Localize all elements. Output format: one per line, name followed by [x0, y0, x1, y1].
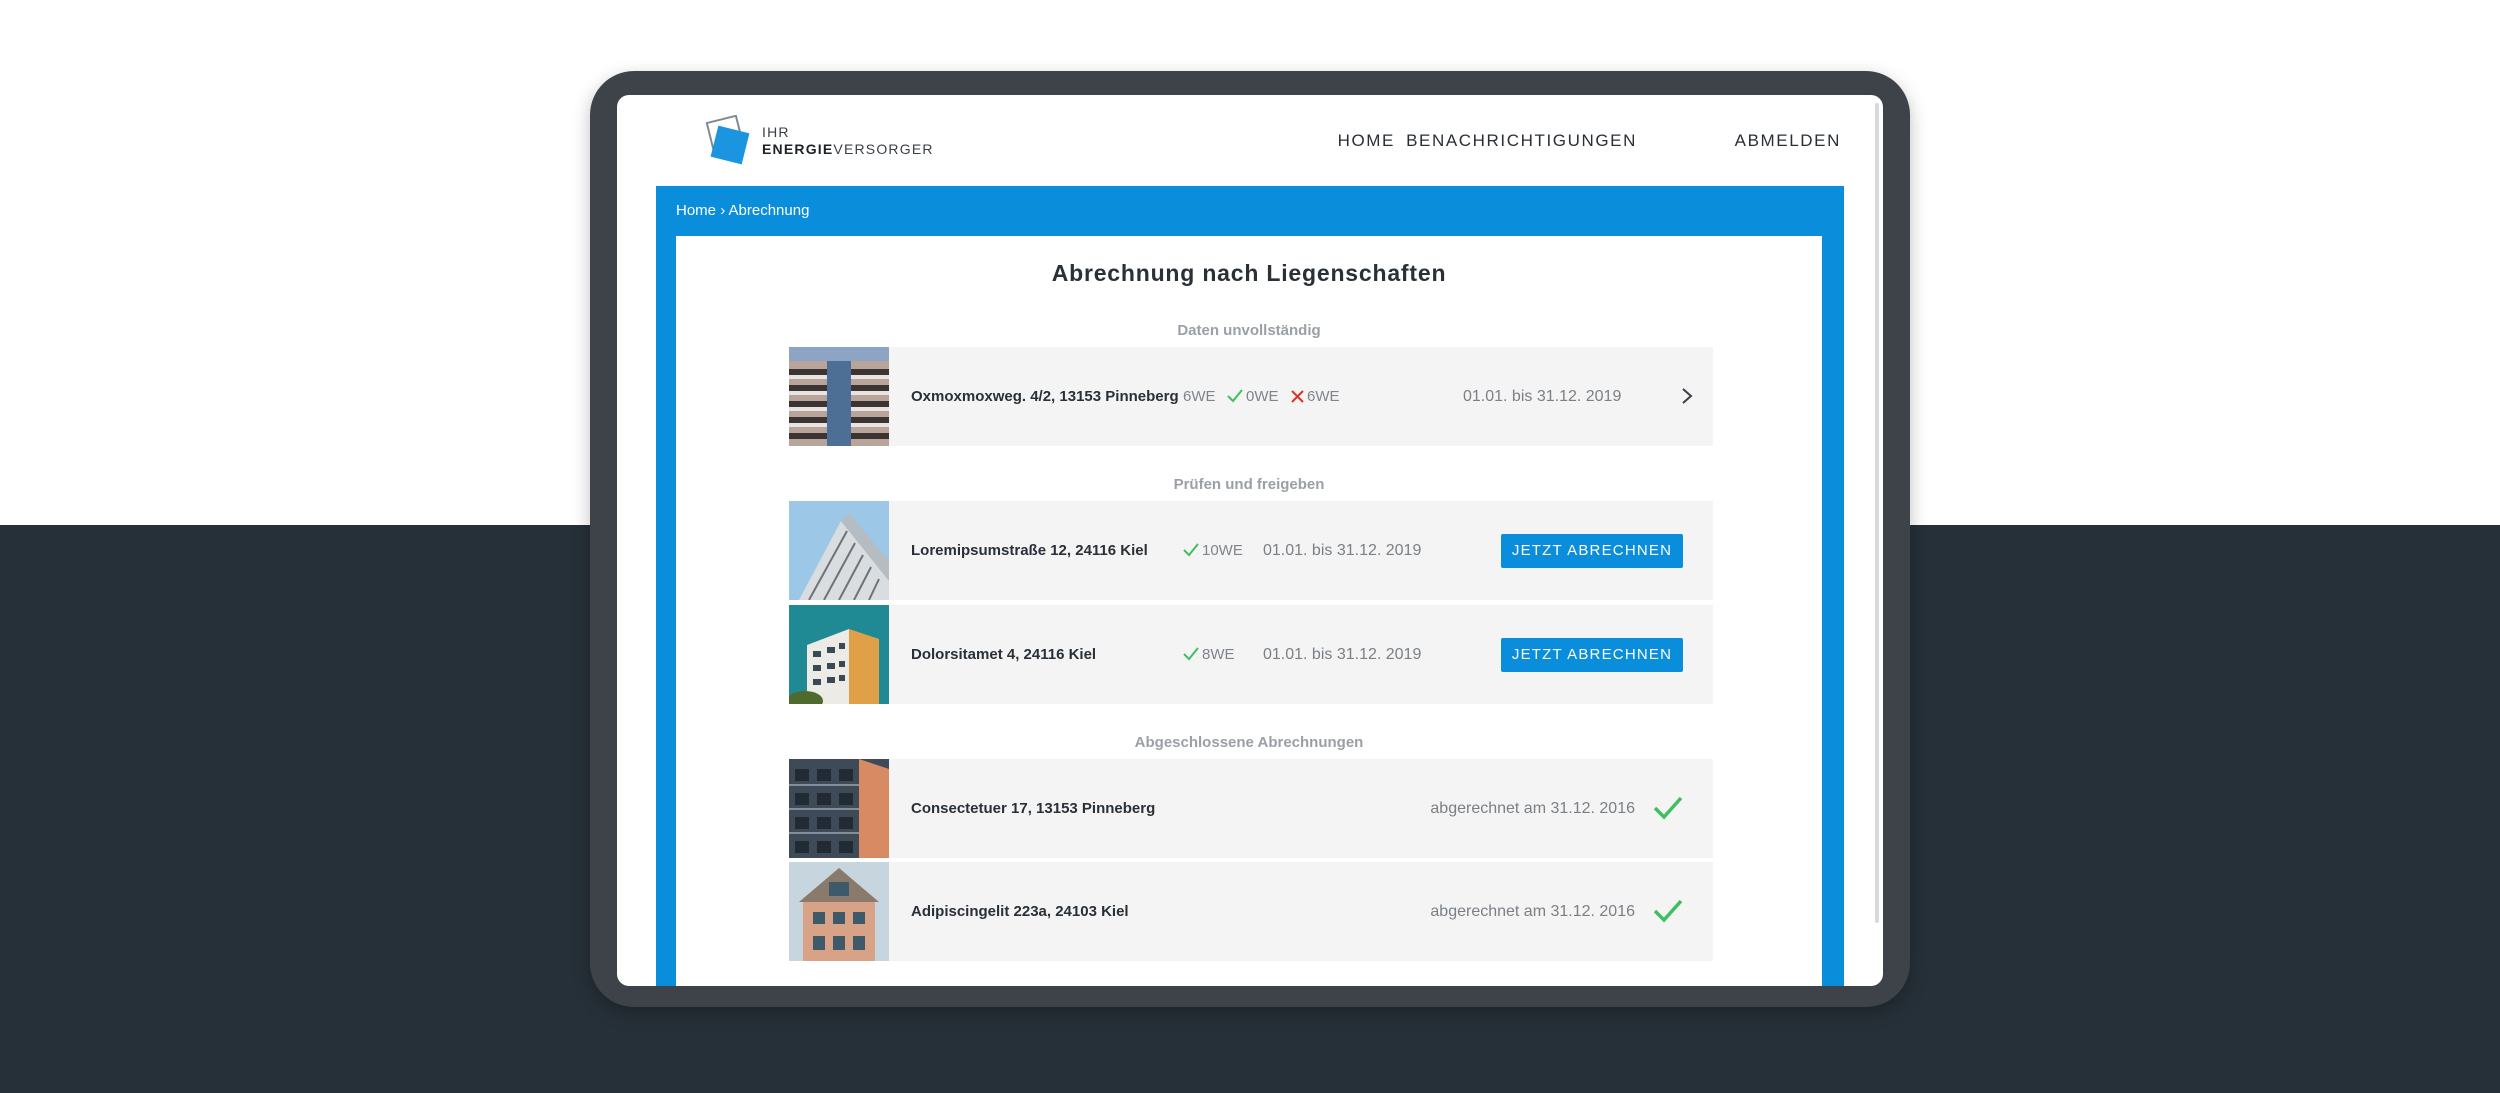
logo-icon — [705, 115, 750, 165]
property-address: Adipiscingelit 223a, 24103 Kiel — [911, 903, 1129, 920]
logo-line1: IHR — [762, 124, 790, 140]
main-panel: Abrechnung nach Liegenschaften Daten unv… — [676, 236, 1822, 986]
check-icon — [1183, 543, 1199, 557]
units-ok-value: 10WE — [1202, 542, 1243, 559]
property-address: Loremipsumstraße 12, 24116 Kiel — [911, 542, 1148, 559]
billed-date: abgerechnet am 31.12. 2016 — [1430, 903, 1635, 920]
property-image — [789, 605, 889, 704]
units-missing-value: 6WE — [1307, 388, 1340, 405]
breadcrumb-home[interactable]: Home — [676, 202, 716, 219]
list-item[interactable]: Loremipsumstraße 12, 24116 Kiel 10WE 01.… — [789, 501, 1713, 600]
billed-date: abgerechnet am 31.12. 2016 — [1430, 800, 1635, 817]
logo-line2: ENERGIEVERSORGER — [762, 141, 934, 157]
property-image — [789, 862, 889, 961]
billing-period: 01.01. bis 31.12. 2019 — [1263, 542, 1422, 559]
units-ok: 0WE — [1227, 347, 1279, 446]
list-item[interactable]: Adipiscingelit 223a, 24103 Kiel abgerech… — [789, 862, 1713, 961]
list-item[interactable]: Oxmoxmoxweg. 4/2, 13153 Pinneberg 6WE 0W… — [789, 347, 1713, 446]
scrollbar[interactable] — [1875, 103, 1879, 923]
top-bar: IHR ENERGIEVERSORGER HOME BENACHRICHTIGU… — [617, 95, 1883, 186]
logo-bold: ENERGIE — [762, 141, 834, 157]
tablet-frame: IHR ENERGIEVERSORGER HOME BENACHRICHTIGU… — [590, 71, 1910, 1007]
breadcrumb-current: Abrechnung — [728, 202, 810, 219]
units-ok: 10WE — [1183, 501, 1243, 600]
billing-period: 01.01. bis 31.12. 2019 — [1463, 388, 1622, 405]
nav-notifications[interactable]: BENACHRICHTIGUNGEN — [1406, 131, 1637, 151]
page-title: Abrechnung nach Liegenschaften — [1051, 260, 1447, 286]
property-image — [789, 347, 889, 446]
check-icon — [1183, 647, 1199, 661]
units-ok-value: 8WE — [1202, 646, 1235, 663]
check-icon — [1653, 796, 1683, 820]
units-ok-value: 0WE — [1246, 388, 1279, 405]
units-ok: 8WE — [1183, 605, 1235, 704]
bill-now-button[interactable]: JETZT ABRECHNEN — [1501, 534, 1683, 568]
property-image — [789, 759, 889, 858]
section-title-completed: Abgeschlossene Abrechnungen — [1134, 734, 1364, 751]
property-address: Consectetuer 17, 13153 Pinneberg — [911, 800, 1156, 817]
check-icon — [1227, 389, 1243, 403]
property-address: Dolorsitamet 4, 24116 Kiel — [911, 646, 1097, 663]
bill-now-button[interactable]: JETZT ABRECHNEN — [1501, 638, 1683, 672]
breadcrumb-separator: › — [720, 202, 726, 219]
nav-logout[interactable]: ABMELDEN — [1735, 131, 1841, 151]
logo[interactable]: IHR ENERGIEVERSORGER — [704, 115, 944, 169]
list-item[interactable]: Consectetuer 17, 13153 Pinneberg abgerec… — [789, 759, 1713, 858]
list-item[interactable]: Dolorsitamet 4, 24116 Kiel 8WE 01.01. bi… — [789, 605, 1713, 704]
units-total: 6WE — [1183, 388, 1216, 405]
chevron-right-icon[interactable] — [1679, 387, 1695, 405]
content-frame: Home › Abrechnung Abrechnung nach Liegen… — [656, 186, 1844, 986]
property-address: Oxmoxmoxweg. 4/2, 13153 Pinneberg — [911, 388, 1179, 405]
app-screen: IHR ENERGIEVERSORGER HOME BENACHRICHTIGU… — [617, 95, 1883, 986]
section-title-review: Prüfen und freigeben — [1173, 476, 1325, 493]
property-image — [789, 501, 889, 600]
cross-icon — [1291, 389, 1304, 403]
units-missing: 6WE — [1291, 347, 1340, 446]
logo-rest: VERSORGER — [833, 141, 934, 157]
section-title-incomplete: Daten unvollständig — [1177, 322, 1321, 339]
logo-text: IHR ENERGIEVERSORGER — [762, 124, 934, 158]
billing-period: 01.01. bis 31.12. 2019 — [1263, 646, 1422, 663]
breadcrumb: Home › Abrechnung — [676, 202, 809, 219]
check-icon — [1653, 899, 1683, 923]
nav-home[interactable]: HOME — [1338, 131, 1395, 151]
